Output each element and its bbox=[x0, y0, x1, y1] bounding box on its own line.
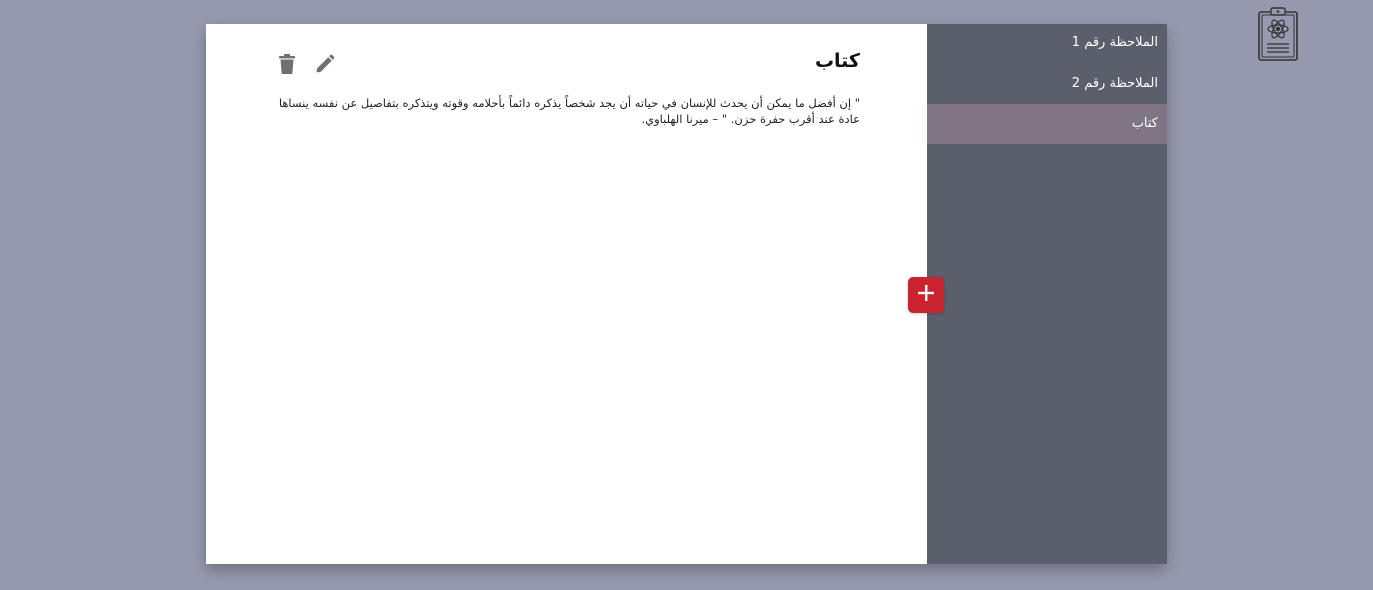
plus-icon bbox=[917, 284, 935, 306]
note-body: " إن أفضل ما يمكن أن يحدث للإنسان في حيا… bbox=[278, 96, 860, 126]
clipboard-atom-logo-icon bbox=[1256, 6, 1300, 62]
trash-icon bbox=[278, 54, 296, 78]
notes-app: كتاب " إن أفضل ما يمكن أن يحدث للإنسان ف… bbox=[206, 24, 1167, 564]
sidebar-item-note-1[interactable]: الملاحظة رقم 1 bbox=[927, 24, 1167, 64]
notes-sidebar: الملاحظة رقم 1 الملاحظة رقم 2 كتاب bbox=[927, 24, 1167, 564]
note-panel: كتاب " إن أفضل ما يمكن أن يحدث للإنسان ف… bbox=[206, 24, 927, 564]
sidebar-item-book[interactable]: كتاب bbox=[927, 104, 1167, 144]
delete-button[interactable] bbox=[276, 54, 298, 78]
note-actions bbox=[276, 54, 336, 78]
add-note-button[interactable] bbox=[908, 277, 944, 313]
edit-button[interactable] bbox=[314, 54, 336, 78]
note-title: كتاب bbox=[814, 50, 860, 72]
pencil-icon bbox=[315, 54, 335, 78]
notes-list: الملاحظة رقم 1 الملاحظة رقم 2 كتاب bbox=[927, 24, 1167, 144]
sidebar-item-note-2[interactable]: الملاحظة رقم 2 bbox=[927, 64, 1167, 104]
